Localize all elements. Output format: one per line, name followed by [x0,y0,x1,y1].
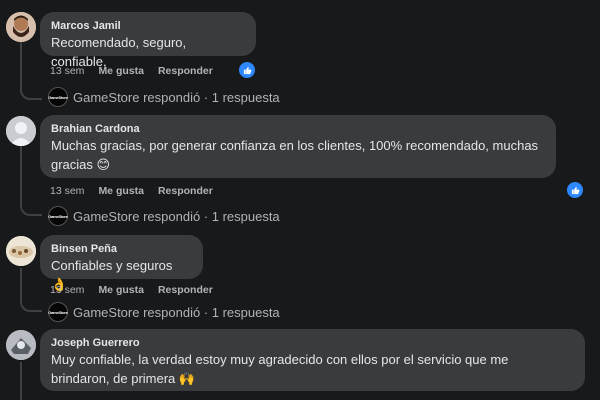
reply-summary-link[interactable]: GameStore GameStore respondió · 1 respue… [48,302,280,322]
gamestore-logo-icon: GameStore [48,302,68,322]
comment-author[interactable]: Joseph Guerrero [51,336,574,350]
like-button[interactable]: Me gusta [98,185,144,197]
reply-button[interactable]: Responder [158,65,213,77]
thread-line [20,42,22,92]
comment-bubble: Joseph Guerrero Muy confiable, la verdad… [40,329,585,391]
thread-line [20,362,22,400]
comment-text-line-2: gracias 😊 [51,157,111,172]
thread-line [20,146,22,208]
thread-line [20,268,22,302]
comment-actions: 13 sem Me gusta Responder [50,284,227,296]
reply-summary-text: GameStore respondió · 1 respuesta [73,208,280,224]
avatar[interactable] [6,236,36,266]
comment-actions: 13 sem Me gusta Responder [50,65,227,77]
comment-actions: 13 sem Me gusta Responder [50,185,227,197]
gamestore-logo-icon: GameStore [48,206,68,226]
reply-summary-text: GameStore respondió · 1 respuesta [73,304,280,320]
avatar[interactable] [6,12,36,42]
like-reaction-icon[interactable] [237,60,257,80]
comment-bubble: Brahian Cardona Muchas gracias, por gene… [40,115,556,178]
comment-time[interactable]: 13 sem [50,284,84,296]
comment-author[interactable]: Brahian Cardona [51,122,545,136]
like-button[interactable]: Me gusta [98,284,144,296]
like-button[interactable]: Me gusta [98,65,144,77]
comment-text-line-1: Muchas gracias, por generar confianza en… [51,138,539,153]
like-reaction-icon[interactable] [565,180,585,200]
comment-author[interactable]: Marcos Jamil [51,19,245,33]
comment-time[interactable]: 13 sem [50,65,84,77]
reply-button[interactable]: Responder [158,284,213,296]
comment-text-line-2: brindaron, de primera 🙌 [51,371,196,386]
avatar[interactable] [6,116,36,146]
comment-author[interactable]: Binsen Peña [51,242,192,256]
reply-summary-link[interactable]: GameStore GameStore respondió · 1 respue… [48,87,280,107]
reply-connector [20,202,42,216]
reply-connector [20,298,42,312]
comment-bubble: Marcos Jamil Recomendado, seguro, confia… [40,12,256,69]
comment-bubble: Binsen Peña Confiables y seguros 👌 [40,235,203,292]
reply-summary-link[interactable]: GameStore GameStore respondió · 1 respue… [48,206,280,226]
avatar[interactable] [6,330,36,360]
comment-text-line-1: Muy confiable, la verdad estoy muy agrad… [51,352,509,367]
reply-button[interactable]: Responder [158,185,213,197]
reply-connector [20,86,42,100]
gamestore-logo-icon: GameStore [48,87,68,107]
comment-time[interactable]: 13 sem [50,185,84,197]
reply-summary-text: GameStore respondió · 1 respuesta [73,89,280,105]
